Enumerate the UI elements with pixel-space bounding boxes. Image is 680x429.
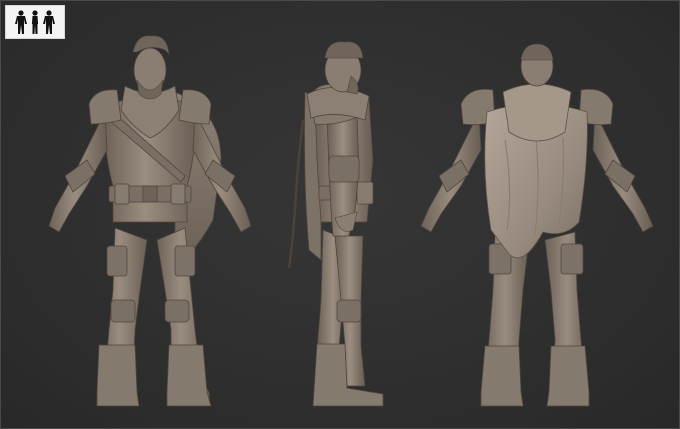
sculpt-viewport[interactable] [0,0,680,429]
character-side-view [287,41,384,407]
character-front-view [48,35,252,407]
character-back-view [420,43,654,407]
